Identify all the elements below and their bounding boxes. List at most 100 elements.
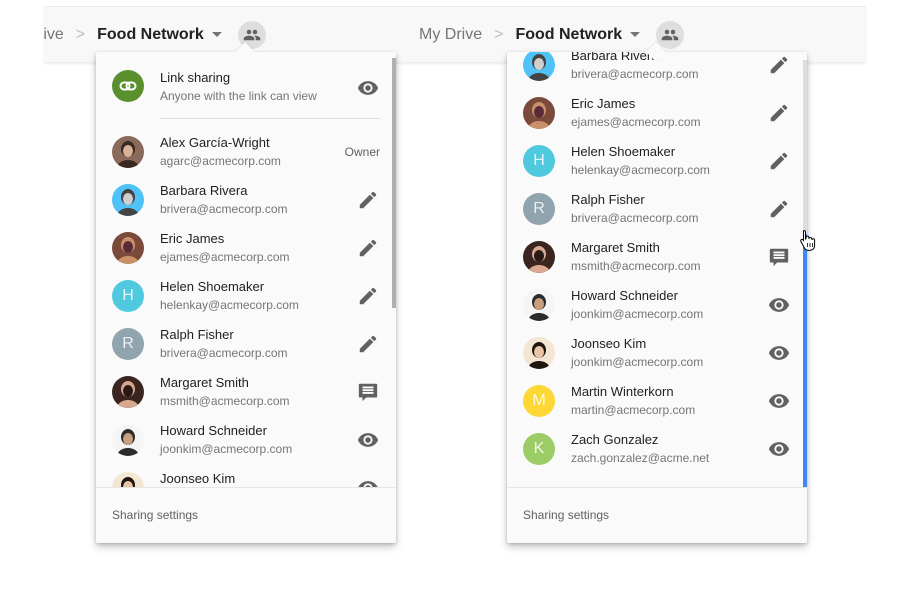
link-sharing-row[interactable]: Link sharing Anyone with the link can vi… — [96, 52, 396, 112]
avatar-photo — [112, 136, 144, 168]
person-email: helenkay@acmecorp.com — [160, 298, 299, 312]
permission-button[interactable] — [767, 293, 791, 317]
permission-button[interactable] — [356, 284, 380, 308]
breadcrumb-parent[interactable]: My Drive — [419, 26, 482, 44]
avatar-photo — [523, 241, 555, 273]
person-row[interactable]: K Zach Gonzalez zach.gonzalez@acme.net — [507, 425, 807, 473]
breadcrumb-current[interactable]: Food Network — [97, 26, 204, 44]
person-row[interactable]: Margaret Smith msmith@acmecorp.com — [507, 233, 807, 281]
sharing-settings-link[interactable]: Sharing settings — [523, 508, 609, 522]
avatar-initial: H — [533, 152, 545, 169]
avatar-initial: R — [533, 200, 545, 217]
pencil-icon — [359, 191, 377, 209]
permission-button[interactable] — [767, 245, 791, 269]
permission-button[interactable] — [356, 188, 380, 212]
person-row[interactable]: Joonseo Kimjoonkim@acmecorp.com — [96, 464, 396, 487]
person-row[interactable]: Joonseo Kimjoonkim@acmecorp.com — [507, 329, 807, 377]
permission-button[interactable] — [767, 101, 791, 125]
permission-button[interactable] — [767, 341, 791, 365]
person-email: ejames@acmecorp.com — [160, 250, 290, 264]
permission-button[interactable] — [356, 476, 380, 487]
avatar: R — [112, 328, 144, 360]
eye-icon — [357, 433, 379, 447]
people-icon — [661, 29, 679, 40]
permission-button[interactable] — [767, 389, 791, 413]
person-name: Ralph Fisher — [160, 327, 234, 342]
permission-button[interactable] — [356, 428, 380, 452]
eye-icon — [768, 394, 790, 408]
avatar — [523, 52, 555, 81]
avatar-initial: M — [532, 392, 546, 409]
person-row[interactable]: Howard Schneider joonkim@acmecorp.com — [507, 281, 807, 329]
person-name: Barbara Rivera — [160, 183, 248, 198]
person-name: Margaret Smith — [571, 240, 660, 255]
person-row[interactable]: Alex García-Wright agarc@acmecorp.com Owne… — [96, 128, 396, 176]
person-row[interactable]: H Helen Shoemaker helenkay@acmecorp.com — [507, 137, 807, 185]
comment-icon — [769, 248, 789, 267]
permission-button[interactable] — [767, 197, 791, 221]
person-name: Eric James — [160, 231, 225, 246]
person-email: martin@acmecorp.com — [571, 403, 696, 417]
breadcrumb-current[interactable]: Food Network — [515, 26, 622, 44]
sharing-popover-left: Link sharing Anyone with the link can vi… — [96, 52, 396, 543]
person-email: brivera@acmecorp.com — [571, 67, 699, 81]
person-email: msmith@acmecorp.com — [571, 259, 701, 273]
link-sharing-subtitle: Anyone with the link can view — [160, 89, 317, 103]
person-email: brivera@acmecorp.com — [160, 346, 288, 360]
person-row[interactable]: H Helen Shoemaker helenkay@acmecorp.com — [96, 272, 396, 320]
avatar-initial: R — [122, 335, 134, 352]
pencil-icon — [770, 200, 788, 218]
avatar: H — [523, 145, 555, 177]
avatar — [523, 241, 555, 273]
person-email: joonkim@acmecorp.com — [160, 442, 293, 456]
person-row[interactable]: R Ralph Fisher brivera@acmecorp.com — [507, 185, 807, 233]
permission-button[interactable] — [767, 53, 791, 77]
share-button[interactable] — [656, 20, 685, 49]
avatar-photo — [523, 337, 555, 369]
person-email: brivera@acmecorp.com — [160, 202, 288, 216]
avatar — [112, 232, 144, 264]
chevron-down-icon[interactable] — [630, 32, 641, 37]
breadcrumb-parent[interactable]: rive — [44, 26, 64, 44]
pencil-icon — [359, 287, 377, 305]
person-name: Howard Schneider — [160, 423, 267, 438]
eye-icon — [768, 298, 790, 312]
people-list: Barbara Rivera brivera@acmecorp.com Eric … — [507, 52, 807, 487]
person-row[interactable]: Eric James ejames@acmecorp.com — [507, 89, 807, 137]
avatar-photo — [112, 376, 144, 408]
person-name: Margaret Smith — [160, 375, 249, 390]
avatar-photo — [523, 52, 555, 81]
scrollbar-thumb[interactable] — [392, 58, 396, 308]
permission-button[interactable] — [356, 380, 380, 404]
person-email: zach.gonzalez@acme.net — [571, 451, 710, 465]
person-name: Ralph Fisher — [571, 192, 645, 207]
avatar — [112, 424, 144, 456]
sharing-settings-link[interactable]: Sharing settings — [112, 508, 198, 522]
permission-button[interactable] — [356, 76, 380, 100]
avatar — [523, 97, 555, 129]
permission-button[interactable] — [356, 236, 380, 260]
person-name: Joonseo Kim — [160, 471, 236, 486]
person-row[interactable]: Barbara Rivera brivera@acmecorp.com — [96, 176, 396, 224]
person-name: Howard Schneider — [571, 288, 678, 303]
person-email: joonkim@acmecorp.com — [571, 307, 704, 321]
person-row[interactable]: Margaret Smith msmith@acmecorp.com — [96, 368, 396, 416]
scrollbar-thumb[interactable] — [803, 234, 807, 487]
person-row[interactable]: R Ralph Fisher brivera@acmecorp.com — [96, 320, 396, 368]
person-row[interactable]: M Martin Winterkorn martin@acmecorp.com — [507, 377, 807, 425]
person-name: Helen Shoemaker — [571, 144, 676, 159]
person-row[interactable]: Eric James ejames@acmecorp.com — [96, 224, 396, 272]
pencil-icon — [359, 239, 377, 257]
avatar-initial: H — [122, 287, 134, 304]
eye-icon — [358, 481, 378, 487]
avatar: M — [523, 385, 555, 417]
person-row[interactable]: Howard Schneider joonkim@acmecorp.com — [96, 416, 396, 464]
permission-button[interactable] — [356, 332, 380, 356]
person-name: Eric James — [571, 96, 636, 111]
permission-button[interactable] — [767, 437, 791, 461]
avatar-initial: K — [533, 440, 545, 457]
chevron-down-icon[interactable] — [211, 32, 222, 37]
person-email: brivera@acmecorp.com — [571, 211, 699, 225]
permission-button[interactable] — [767, 149, 791, 173]
hand-cursor-icon — [800, 229, 816, 251]
